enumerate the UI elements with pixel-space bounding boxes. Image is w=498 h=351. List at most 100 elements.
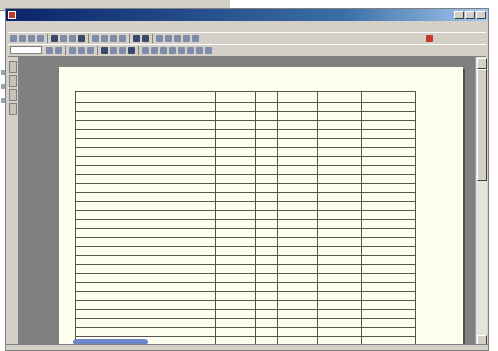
cell-price	[277, 219, 318, 229]
cell-note	[361, 327, 416, 337]
comment-icon[interactable]	[174, 35, 181, 42]
close-icon[interactable]	[476, 11, 486, 19]
scroll-up-icon[interactable]	[477, 58, 487, 69]
signatures-tab[interactable]	[9, 103, 17, 115]
email-icon[interactable]	[37, 35, 44, 42]
table-row	[75, 147, 416, 157]
table-row	[75, 165, 416, 175]
zoom-in-icon[interactable]	[46, 47, 53, 54]
cell-note	[361, 120, 416, 130]
cell-price	[277, 246, 318, 256]
table-row	[75, 273, 416, 283]
scrollbar-thumb[interactable]	[477, 69, 487, 181]
help-icon[interactable]	[192, 35, 199, 42]
pencil-icon[interactable]	[178, 47, 185, 54]
cell-amount	[317, 309, 362, 319]
cell-name	[75, 219, 216, 229]
cell-name	[75, 228, 216, 238]
fit-width-icon[interactable]	[78, 47, 85, 54]
table-row	[75, 228, 416, 238]
cell-name	[75, 129, 216, 139]
table-row	[75, 120, 416, 130]
toolbar-separator	[88, 34, 89, 43]
cell-note	[361, 219, 416, 229]
select-tool-icon[interactable]	[69, 35, 76, 42]
text-select-icon[interactable]	[101, 47, 108, 54]
cell-qty	[215, 228, 256, 238]
maximize-icon[interactable]	[465, 11, 475, 19]
fit-page-icon[interactable]	[69, 47, 76, 54]
actual-size-icon[interactable]	[87, 47, 94, 54]
cell-check	[255, 273, 278, 283]
search-icon[interactable]	[51, 35, 58, 42]
cell-price	[277, 156, 318, 166]
pdf-viewer-window	[5, 8, 489, 351]
table-row	[75, 210, 416, 220]
cell-amount	[317, 156, 362, 166]
sound-icon[interactable]	[205, 47, 212, 54]
crop-icon[interactable]	[119, 47, 126, 54]
cell-note	[361, 111, 416, 121]
window-titlebar[interactable]	[6, 9, 488, 21]
cell-note	[361, 318, 416, 328]
open-icon[interactable]	[10, 35, 17, 42]
prev-page-icon[interactable]	[101, 35, 108, 42]
cell-qty	[215, 111, 256, 121]
cell-name	[75, 102, 216, 112]
bookmarks-tab[interactable]	[9, 61, 17, 73]
last-page-icon[interactable]	[119, 35, 126, 42]
cell-qty	[215, 147, 256, 157]
cell-price	[277, 327, 318, 337]
save-icon[interactable]	[19, 35, 26, 42]
first-page-icon[interactable]	[92, 35, 99, 42]
toolbar-separator	[152, 34, 153, 43]
forward-icon[interactable]	[142, 35, 149, 42]
cell-price	[277, 102, 318, 112]
back-icon[interactable]	[133, 35, 140, 42]
cell-note	[361, 255, 416, 265]
cell-qty	[215, 174, 256, 184]
cell-price	[277, 147, 318, 157]
snapshot-icon[interactable]	[110, 47, 117, 54]
rotate-icon[interactable]	[156, 35, 163, 42]
highlight-icon[interactable]	[151, 47, 158, 54]
vertical-scrollbar[interactable]	[475, 57, 487, 347]
zoom-tool-icon[interactable]	[78, 35, 85, 42]
cell-check	[255, 300, 278, 310]
print-icon[interactable]	[28, 35, 35, 42]
comments-tab[interactable]	[9, 89, 17, 101]
stamp-icon[interactable]	[183, 35, 190, 42]
edit-icon[interactable]	[165, 35, 172, 42]
minimize-icon[interactable]	[454, 11, 464, 19]
cell-price	[277, 318, 318, 328]
zoom-select[interactable]	[10, 46, 42, 54]
cell-qty	[215, 273, 256, 283]
underline-icon[interactable]	[160, 47, 167, 54]
document-area[interactable]	[19, 57, 475, 347]
cell-qty	[215, 255, 256, 265]
strikeout-icon[interactable]	[169, 47, 176, 54]
attach-icon[interactable]	[196, 47, 203, 54]
cell-note	[361, 309, 416, 319]
table-row	[75, 219, 416, 229]
hand-tool-icon[interactable]	[60, 35, 67, 42]
cell-amount	[317, 318, 362, 328]
column-header-price	[277, 91, 318, 103]
toolbar-separator	[47, 34, 48, 43]
cell-qty	[215, 138, 256, 148]
cell-price	[277, 291, 318, 301]
link-icon[interactable]	[128, 47, 135, 54]
thumbnails-tab[interactable]	[9, 75, 17, 87]
next-page-icon[interactable]	[110, 35, 117, 42]
table-row	[75, 237, 416, 247]
cell-amount	[317, 129, 362, 139]
table-row	[75, 255, 416, 265]
cell-amount	[317, 120, 362, 130]
shape-icon[interactable]	[187, 47, 194, 54]
cell-note	[361, 273, 416, 283]
note-icon[interactable]	[142, 47, 149, 54]
cell-note	[361, 264, 416, 274]
cell-name	[75, 165, 216, 175]
zoom-out-icon[interactable]	[55, 47, 62, 54]
toolbar-separator	[97, 46, 98, 55]
